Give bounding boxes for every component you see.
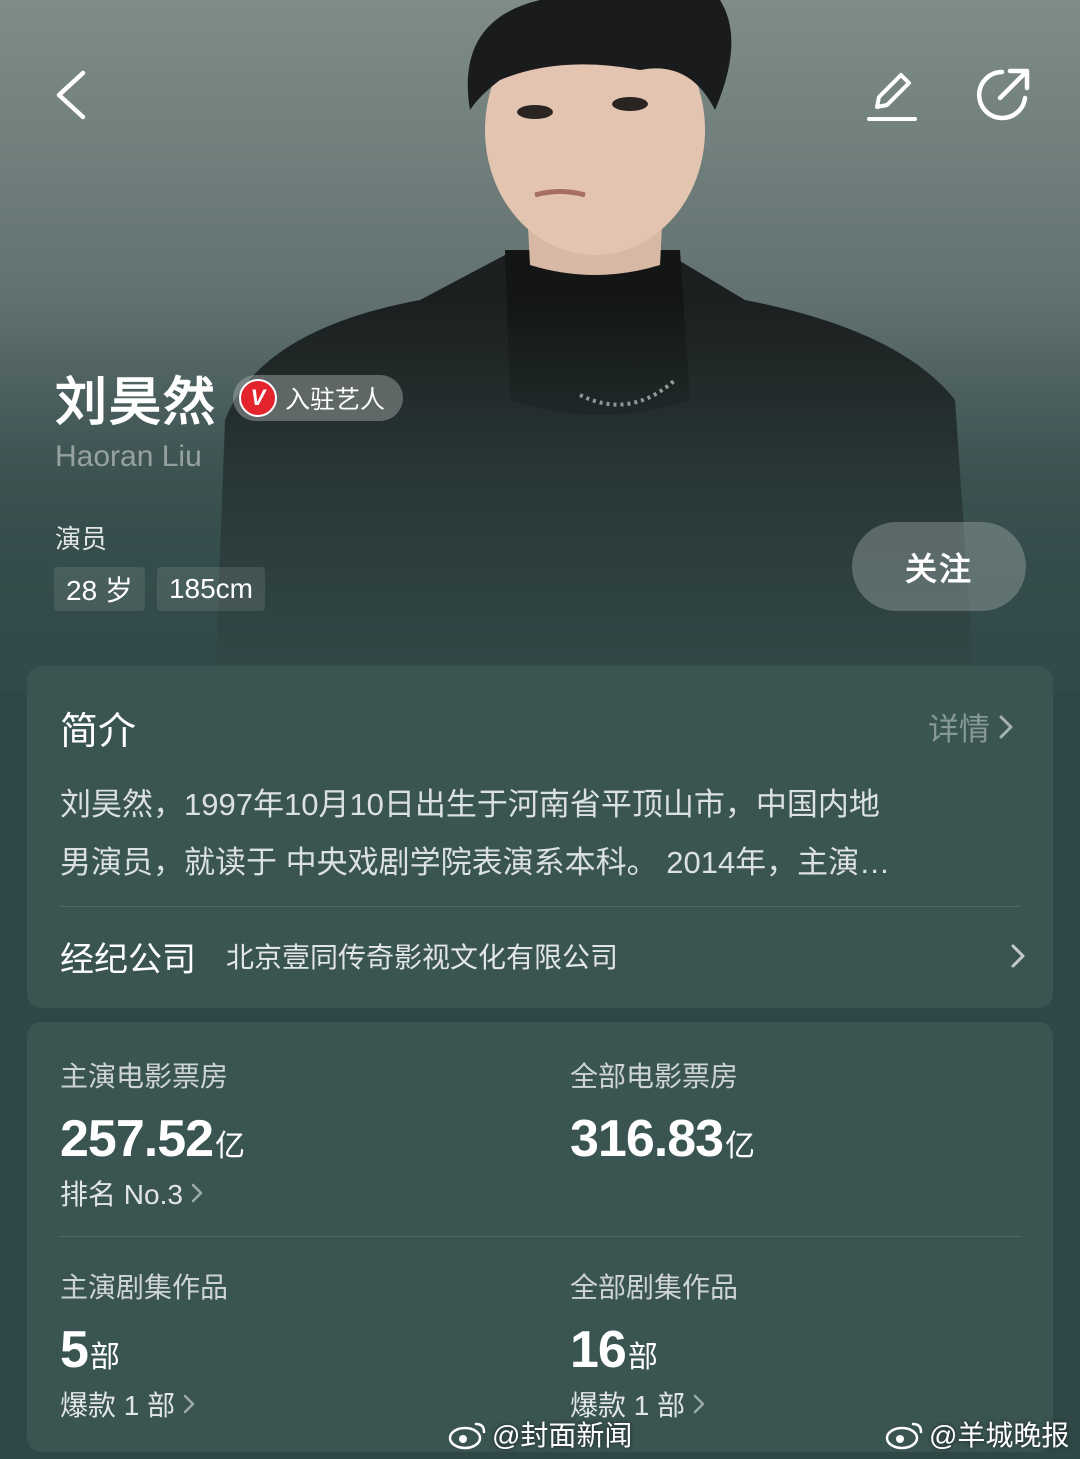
stat-value: 316.83亿 xyxy=(570,1109,755,1169)
stat-unit: 部 xyxy=(89,1341,120,1374)
chevron-right-icon xyxy=(1011,944,1025,968)
watermark: @羊城晚报 xyxy=(885,1414,1069,1454)
stat-unit: 亿 xyxy=(215,1130,245,1163)
stat-label: 主演剧集作品 xyxy=(60,1272,229,1303)
lead-series-stat: 主演剧集作品 5部 爆款 1 部 xyxy=(60,1266,228,1424)
intro-title: 简介 xyxy=(60,711,137,753)
chevron-right-icon xyxy=(999,715,1013,738)
artist-tags: 28 岁 185cm xyxy=(54,567,265,611)
total-box-office-stat: 全部电影票房 316.83亿 xyxy=(570,1055,755,1169)
chevron-right-icon xyxy=(693,1394,705,1414)
height-tag: 185cm xyxy=(156,567,265,611)
stat-number: 16 xyxy=(570,1321,627,1379)
back-button[interactable] xyxy=(36,60,106,130)
watermark-text: @羊城晚报 xyxy=(929,1420,1070,1451)
agency-value: 北京壹同传奇影视文化有限公司 xyxy=(226,942,619,973)
intro-text: 刘昊然，1997年10月10日出生于河南省平顶山市，中国内地 男演员，就读于 中… xyxy=(60,776,1010,892)
stat-number: 5 xyxy=(60,1321,89,1379)
chevron-left-icon xyxy=(56,70,86,120)
hit-series-label: 爆款 1 部 xyxy=(60,1390,176,1421)
stat-value: 5部 xyxy=(60,1320,228,1380)
agency-label: 经纪公司 xyxy=(60,940,196,979)
badge-label: 入驻艺人 xyxy=(285,385,386,414)
divider xyxy=(60,1236,1020,1237)
verified-v-icon: V xyxy=(239,378,278,417)
agency-row[interactable]: 经纪公司 北京壹同传奇影视文化有限公司 xyxy=(60,926,1026,986)
intro-detail-link[interactable]: 详情 xyxy=(928,704,1014,749)
weibo-icon xyxy=(885,1422,923,1450)
stat-value: 16部 xyxy=(570,1320,738,1380)
stat-value: 257.52亿 xyxy=(60,1109,245,1169)
weibo-icon xyxy=(448,1422,486,1450)
stat-unit: 部 xyxy=(627,1341,658,1374)
watermark-text: @封面新闻 xyxy=(492,1420,633,1451)
artist-profession: 演员 xyxy=(55,524,108,554)
stat-number: 257.52 xyxy=(60,1110,214,1168)
pencil-icon xyxy=(867,73,917,121)
detail-label: 详情 xyxy=(928,712,990,747)
follow-button[interactable]: 关注 xyxy=(852,522,1026,611)
age-tag: 28 岁 xyxy=(54,567,145,611)
stat-label: 全部剧集作品 xyxy=(570,1272,739,1303)
total-series-stat: 全部剧集作品 16部 爆款 1 部 xyxy=(570,1266,738,1424)
stat-label: 主演电影票房 xyxy=(60,1061,229,1092)
artist-english-name: Haoran Liu xyxy=(55,440,202,473)
share-icon xyxy=(976,68,1030,121)
divider xyxy=(60,906,1020,907)
hero-gradient xyxy=(0,300,1080,690)
artist-name: 刘昊然 xyxy=(55,374,218,432)
edit-button[interactable] xyxy=(856,60,926,130)
intro-text-line: 男演员，就读于 中央戏剧学院表演系本科。 2014年，主演… xyxy=(60,845,891,880)
chevron-right-icon xyxy=(191,1183,203,1203)
intro-text-line: 刘昊然，1997年10月10日出生于河南省平顶山市，中国内地 xyxy=(60,787,880,822)
name-row: 刘昊然 V 入驻艺人 xyxy=(55,360,404,435)
stat-label: 全部电影票房 xyxy=(570,1061,739,1092)
stat-number: 316.83 xyxy=(570,1110,724,1168)
lead-box-office-stat: 主演电影票房 257.52亿 排名 No.3 xyxy=(60,1055,245,1213)
ranking-label: 排名 No.3 xyxy=(60,1179,183,1210)
chevron-right-icon xyxy=(183,1394,195,1414)
hit-series-link[interactable]: 爆款 1 部 xyxy=(60,1384,228,1424)
share-button[interactable] xyxy=(968,60,1038,130)
watermark: @封面新闻 xyxy=(448,1414,632,1454)
stat-unit: 亿 xyxy=(725,1130,755,1163)
verified-badge: V 入驻艺人 xyxy=(233,374,404,421)
ranking-link[interactable]: 排名 No.3 xyxy=(60,1173,244,1213)
